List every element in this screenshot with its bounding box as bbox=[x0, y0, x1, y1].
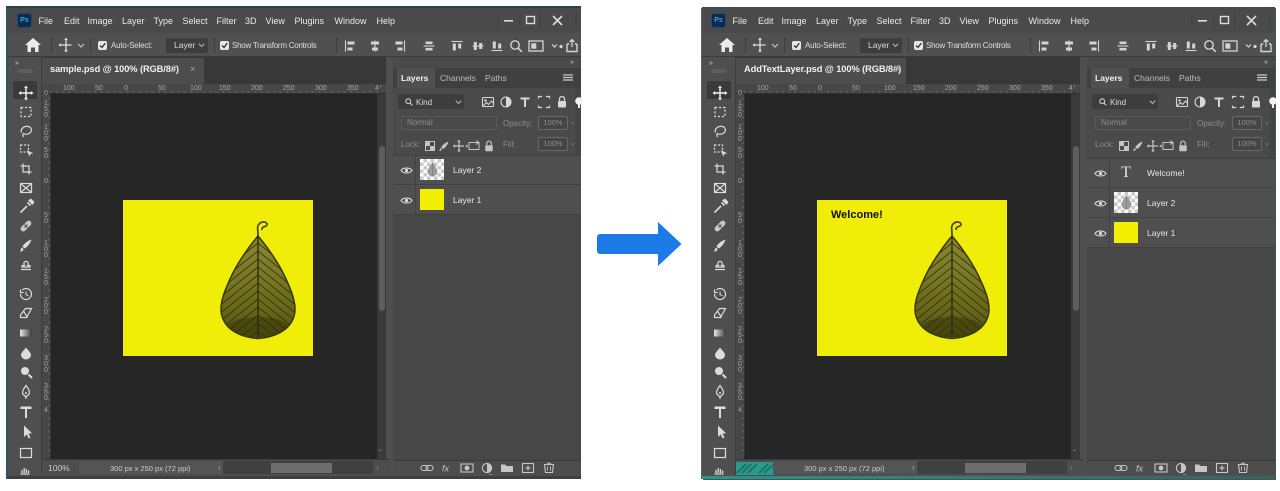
svg-text:fx: fx bbox=[1136, 464, 1144, 474]
svg-text:fx: fx bbox=[442, 464, 450, 474]
